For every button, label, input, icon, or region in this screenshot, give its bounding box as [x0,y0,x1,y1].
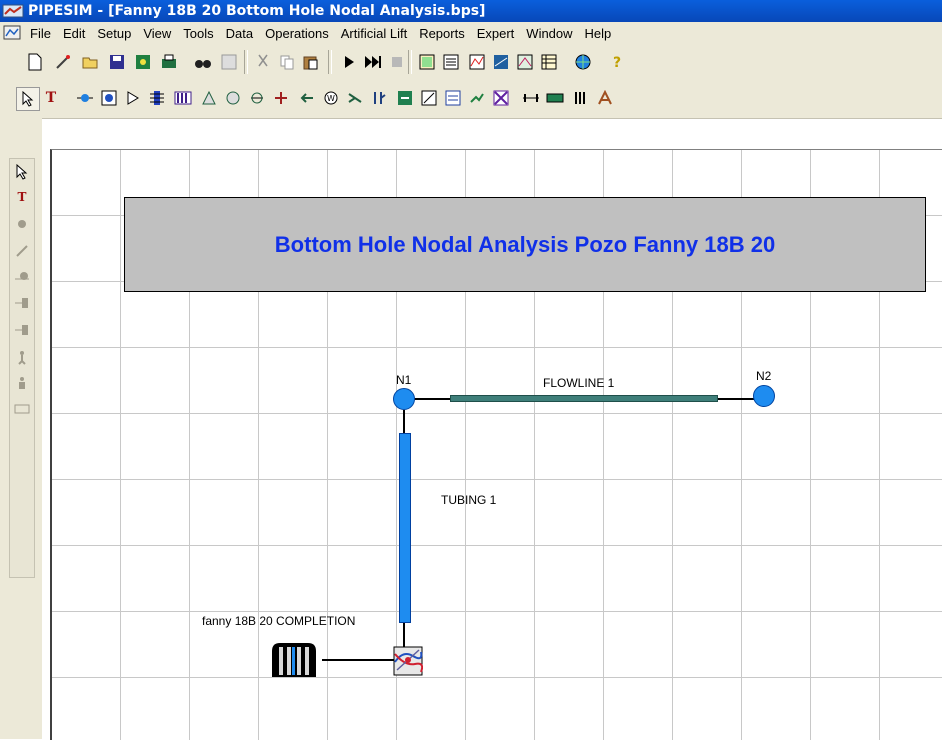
banner-text: Bottom Hole Nodal Analysis Pozo Fanny 18… [274,231,776,257]
menu-setup[interactable]: Setup [91,26,137,41]
svg-text:?: ? [613,55,621,70]
nodal-analysis-icon[interactable] [393,646,423,676]
palette-select-icon[interactable] [12,162,32,182]
stop-icon[interactable] [386,51,408,73]
menu-tools[interactable]: Tools [177,26,219,41]
menu-view[interactable]: View [137,26,177,41]
paste-icon[interactable] [300,51,322,73]
flowline-n2-connector [718,398,756,400]
open-folder-icon[interactable] [80,51,102,73]
palette-source-icon[interactable] [12,267,32,287]
injection-icon[interactable] [296,87,318,109]
flowline-label: FLOWLINE 1 [543,376,615,390]
source-icon[interactable] [74,87,96,109]
palette-sink-icon[interactable] [12,320,32,340]
node-n1-label: N1 [396,373,412,387]
document-icon[interactable] [2,24,22,42]
grid-icon[interactable] [218,51,240,73]
expander-icon[interactable] [246,87,268,109]
completion-icon[interactable] [266,641,322,679]
node-n1[interactable] [393,388,415,410]
meter-icon[interactable]: W [320,87,342,109]
menu-data[interactable]: Data [220,26,259,41]
valve-icon[interactable] [344,87,366,109]
well-icon[interactable] [98,87,120,109]
n1-tubing-connector [403,410,405,434]
flowline-tool-icon[interactable] [466,87,488,109]
menu-reports[interactable]: Reports [413,26,471,41]
completion-connector [322,659,394,661]
menu-operations[interactable]: Operations [259,26,335,41]
gas-lift-icon[interactable] [368,87,390,109]
svg-text:W: W [327,94,335,103]
separator-icon[interactable] [146,87,168,109]
pipesim-app-icon[interactable] [2,3,24,19]
tubing-label: TUBING 1 [441,493,497,507]
choke-icon[interactable] [122,87,144,109]
report-tool-icon[interactable] [418,87,440,109]
menu-file[interactable]: File [24,26,57,41]
component-palette: T [0,118,42,739]
save-icon[interactable] [106,51,128,73]
heat-exchanger-icon[interactable] [172,87,194,109]
report-icon[interactable] [440,51,462,73]
print-preview-icon[interactable] [132,51,154,73]
binoculars-icon[interactable] [192,51,214,73]
palette-panel: T [9,158,35,578]
node-n2[interactable] [753,385,775,407]
compressor-icon[interactable] [222,87,244,109]
palette-link-icon[interactable] [12,241,32,261]
menu-edit[interactable]: Edit [57,26,91,41]
connector-icon[interactable] [394,87,416,109]
wand-icon[interactable] [52,51,74,73]
tower-icon[interactable] [594,87,616,109]
title-bar: PIPESIM - [Fanny 18B 20 Bottom Hole Noda… [0,0,942,22]
pipe-tool-icon[interactable] [544,87,566,109]
pump-icon[interactable] [198,87,220,109]
text-tool-icon[interactable]: T [40,87,62,109]
print-icon[interactable] [158,51,180,73]
n1-flowline-connector [414,398,450,400]
window-title: PIPESIM - [Fanny 18B 20 Bottom Hole Noda… [28,3,486,19]
tubing-1[interactable] [399,433,411,623]
table-icon[interactable] [538,51,560,73]
panel-icon[interactable] [416,51,438,73]
title-banner[interactable]: Bottom Hole Nodal Analysis Pozo Fanny 18… [124,197,926,292]
cut-icon[interactable] [252,51,274,73]
copy-icon[interactable] [276,51,298,73]
select-pointer-icon[interactable] [16,87,40,111]
completion-label: fanny 18B 20 COMPLETION [202,614,356,628]
menu-help[interactable]: Help [579,26,618,41]
palette-keyboard-icon[interactable] [12,399,32,419]
palette-injection-icon[interactable] [12,293,32,313]
completion-tool-icon[interactable] [570,87,592,109]
plot-icon[interactable] [466,51,488,73]
menu-window[interactable]: Window [520,26,578,41]
tubing-tool-icon[interactable] [520,87,542,109]
menu-bar: File Edit Setup View Tools Data Operatio… [0,22,942,44]
node-n2-label: N2 [756,369,772,383]
palette-production-well-icon[interactable] [12,347,32,367]
run-all-icon[interactable] [362,51,384,73]
palette-injection-well-icon[interactable] [12,373,32,393]
profile-plot-icon[interactable] [490,51,512,73]
flowline-1[interactable] [450,395,718,402]
menu-artificial-lift[interactable]: Artificial Lift [335,26,413,41]
multiplier-icon[interactable] [270,87,292,109]
riser-icon[interactable] [490,87,512,109]
system-plot-icon[interactable] [514,51,536,73]
network-toolbar: T W [0,80,942,119]
help-icon[interactable]: ? [606,51,628,73]
globe-icon[interactable] [572,51,594,73]
menu-expert[interactable]: Expert [471,26,521,41]
spreadsheet-icon[interactable] [442,87,464,109]
new-file-icon[interactable] [24,51,46,73]
standard-toolbar: ? [0,44,942,80]
run-icon[interactable] [338,51,360,73]
palette-node-icon[interactable] [12,214,32,234]
palette-text-icon[interactable]: T [12,187,32,207]
